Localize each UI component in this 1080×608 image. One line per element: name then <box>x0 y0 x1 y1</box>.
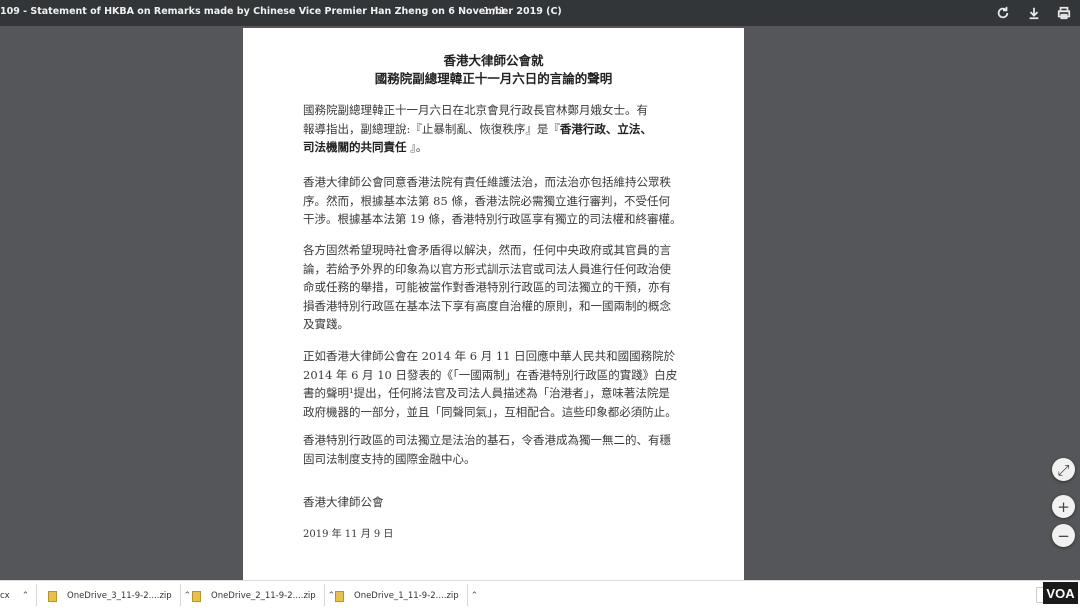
divider <box>180 584 181 606</box>
chevron-up-icon[interactable]: ⌃ <box>22 591 30 601</box>
download-item[interactable]: OneDrive_3_11-9-2....zip ⌃ <box>48 587 191 605</box>
rotate-icon[interactable] <box>993 3 1013 23</box>
divider <box>467 584 468 606</box>
download-item[interactable]: OneDrive_1_11-9-2....zip ⌃ <box>335 587 478 605</box>
text-line: 正如香港大律師公會在 2014 年 6 月 11 日回應中華人民共和國國務院於 <box>303 349 676 363</box>
text-line: 書的聲明¹提出，任何將法官及司法人員描述為「治港者」，意味著法院是 <box>303 386 670 401</box>
doc-title-line1: 香港大律師公會就 <box>443 53 544 68</box>
download-bar: cx ⌃ OneDrive_3_11-9-2....zip ⌃ OneDrive… <box>0 580 1080 608</box>
text-line: 2014 年 6 月 10 日發表的《「一國兩制」在香港特別行政區的實踐》白皮 <box>303 367 678 382</box>
text-line: 固司法制度支持的國際金融中心。 <box>303 451 476 466</box>
text-line: 各方固然希望現時社會矛盾得以解決，然而，任何中央政府或其官員的言 <box>303 243 671 257</box>
pdf-toolbar: 109 - Statement of HKBA on Remarks made … <box>0 0 1080 26</box>
text-line: 干涉。根據基本法第 19 條，香港特別行政區享有獨立的司法權和終審權。 <box>303 212 682 227</box>
download-icon[interactable] <box>1024 3 1044 23</box>
text-line: 司法機關的共同責任 』。 <box>303 138 695 157</box>
bold-text: 司法機關的共同責任 <box>303 140 407 155</box>
print-icon[interactable] <box>1054 3 1074 23</box>
zip-file-icon <box>48 590 57 602</box>
zip-file-icon <box>335 590 344 602</box>
paragraph-5: 香港特別行政區的司法獨立是法治的基石，令香港成為獨一無二的、有穩 固司法制度支持… <box>303 431 695 468</box>
paragraph-1: 國務院副總理韓正十一月六日在北京會見行政長官林鄭月娥女士。有 報導指出，副總理說… <box>303 101 695 157</box>
download-item-partial[interactable]: cx ⌃ <box>0 587 29 605</box>
text-line: 報導指出，副總理說:『止暴制亂、恢復秩序』是『香港行政、立法、 <box>303 120 695 139</box>
zoom-out-button[interactable]: − <box>1052 524 1075 547</box>
text-span: 報導指出，副總理說:『止暴制亂、恢復秩序』是『 <box>303 121 560 136</box>
bold-text: 香港行政、立法、 <box>559 121 652 136</box>
divider <box>36 584 37 606</box>
text-line: 香港大律師公會同意香港法院有責任維護法治，而法治亦包括維持公眾秩 <box>303 175 671 189</box>
voa-logo: VOA <box>1043 582 1078 604</box>
paragraph-2: 香港大律師公會同意香港法院有責任維護法治，而法治亦包括維持公眾秩 序。然而，根據… <box>303 173 695 229</box>
signature: 香港大律師公會 <box>303 495 384 509</box>
text-line: 及實踐。 <box>303 317 349 332</box>
divider <box>324 584 325 606</box>
zoom-in-button[interactable]: + <box>1052 495 1075 518</box>
text-line: 論，若給予外界的印象為以官方形式訓示法官或司法人員進行任何政治使 <box>303 261 671 276</box>
fit-page-button[interactable]: ⤢ <box>1052 458 1075 481</box>
download-filename: OneDrive_3_11-9-2....zip <box>67 591 172 601</box>
text-line: 序。然而，根據基本法第 85 條，香港法院必需獨立進行審判，不受任何 <box>303 193 670 208</box>
text-line: 國務院副總理韓正十一月六日在北京會見行政長官林鄭月娥女士。有 <box>303 103 648 117</box>
document-date: 2019 年 11 月 9 日 <box>303 529 394 540</box>
text-line: 香港特別行政區的司法獨立是法治的基石，令香港成為獨一無二的、有穩 <box>303 433 671 447</box>
paragraph-3: 各方固然希望現時社會矛盾得以解決，然而，任何中央政府或其官員的言 論，若給予外界… <box>303 241 695 334</box>
zip-file-icon <box>192 590 201 602</box>
document-title: 109 - Statement of HKBA on Remarks made … <box>0 6 562 17</box>
download-filename: cx <box>0 591 10 601</box>
chevron-up-icon[interactable]: ⌃ <box>471 591 479 601</box>
pdf-page: 香港大律師公會就 國務院副總理韓正十一月六日的言論的聲明 國務院副總理韓正十一月… <box>243 28 744 580</box>
paragraph-4: 正如香港大律師公會在 2014 年 6 月 11 日回應中華人民共和國國務院於 … <box>303 347 695 421</box>
download-item[interactable]: OneDrive_2_11-9-2....zip ⌃ <box>192 587 335 605</box>
text-line: 政府機器的一部分，並且「同聲同氣」，互相配合。這些印象都必須防止。 <box>303 404 677 419</box>
text-line: 命或任務的舉措，可能被當作對香港特別行政區的司法獨立的干預，亦有 <box>303 280 671 295</box>
download-filename: OneDrive_2_11-9-2....zip <box>211 591 316 601</box>
text-line: 損香港特別行政區在基本法下享有高度自治權的原則，和一國兩制的概念 <box>303 298 671 313</box>
text-span: 』。 <box>406 140 428 155</box>
download-filename: OneDrive_1_11-9-2....zip <box>354 591 459 601</box>
doc-title-line2: 國務院副總理韓正十一月六日的言論的聲明 <box>374 71 613 86</box>
chevron-up-icon[interactable]: ⌃ <box>184 591 192 601</box>
page-indicator: 1 / 1 <box>483 6 506 17</box>
